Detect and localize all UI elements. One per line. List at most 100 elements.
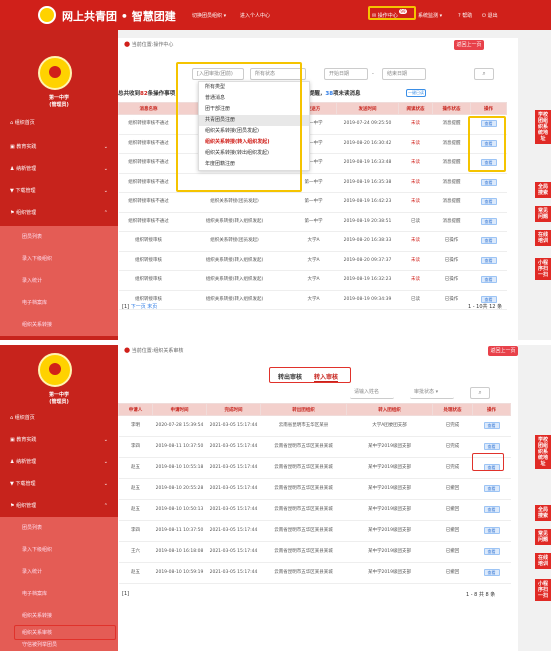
float-tab-school-org[interactable]: 学校团组织系统地址 — [535, 110, 551, 144]
sidebar-item-education[interactable]: ▣ 教育实践 ⌄ — [0, 136, 118, 158]
table-cell-text: 2019-08-10 10:50:13 — [155, 507, 204, 512]
search-icon: ⌕ — [478, 389, 482, 396]
sidebar-sub-trusted[interactable]: 守信被列举团员 — [0, 639, 118, 651]
sidebar-item-home[interactable]: ⌂ 组织首页 — [0, 112, 118, 134]
float-tab-search[interactable]: 全局搜索 — [535, 505, 551, 521]
sidebar-item-org-manage[interactable]: ⚑ 组织管理 ⌃ — [0, 202, 118, 224]
table-cell-text: 组织转接审核 — [135, 257, 162, 263]
float-tab-training[interactable]: 在线培训 — [535, 230, 551, 246]
table-cell-text: 组织转接审核 — [135, 296, 162, 302]
view-button-text[interactable]: 查看 — [480, 276, 497, 284]
sidebar-sub-member-list[interactable]: 团员列表 — [0, 517, 118, 539]
view-button: 查看 — [470, 173, 507, 193]
view-button-text[interactable]: 查看 — [480, 198, 497, 206]
sidebar-item-recruit[interactable]: ♟ 纳新管理 ⌄ — [0, 451, 118, 473]
sidebar-sub-stats[interactable]: 录入统计 — [0, 561, 118, 583]
pager: [1] — [122, 591, 130, 597]
pager-next-link[interactable]: 下一页 末页 — [131, 304, 158, 310]
logout-link[interactable]: ⏻ 退出 — [482, 12, 498, 19]
search-button[interactable]: ⌕ — [474, 68, 494, 80]
table-cell-text: 大学A — [307, 296, 320, 302]
table-cell-text: 已操作 — [444, 277, 459, 283]
view-button-text[interactable]: 查看 — [480, 178, 497, 186]
sidebar-sub-transfer[interactable]: 组织关系转接 — [0, 605, 118, 627]
mark-all-read-button[interactable]: 一键已读 — [406, 89, 426, 97]
float-tab-training[interactable]: 在线培训 — [535, 553, 551, 569]
float-tab-search[interactable]: 全局搜索 — [535, 182, 551, 198]
name-input[interactable]: 请输入姓名 — [350, 387, 394, 399]
sidebar-item-download[interactable]: ▼ 下载管理 ⌄ — [0, 473, 118, 495]
date-end-input[interactable]: 结束日期 — [382, 68, 426, 80]
table-cell-text: 某中学2019级团支部 — [368, 570, 411, 575]
float-tab-miniprogram[interactable]: 小程序扫一扫 — [535, 258, 551, 280]
view-button-text[interactable]: 查看 — [483, 422, 500, 429]
table-cell: 李四 — [118, 520, 153, 542]
sidebar-sub-archive[interactable]: 电子档案库 — [0, 292, 118, 314]
supervision-link[interactable]: 系统监测 ▾ — [418, 12, 442, 19]
table-cell-text: 云南省昆明市五华区某县某城 — [274, 444, 333, 449]
table-cell-text: 已撤回 — [445, 549, 460, 554]
table-cell: 2019-08-19 16:42:23 — [336, 192, 399, 213]
sidebar-sub-lower-org[interactable]: 录入下级组织 — [0, 539, 118, 561]
sidebar-item-download[interactable]: ▼ 下载管理 ⌄ — [0, 180, 118, 202]
view-button-text[interactable]: 查看 — [483, 506, 500, 513]
table-cell-text: 某中学2019级团支部 — [368, 528, 411, 533]
search-button[interactable]: ⌕ — [470, 387, 490, 399]
view-button-text[interactable]: 查看 — [480, 217, 497, 225]
view-button-text[interactable]: 查看 — [483, 527, 500, 534]
table-row: 李四 2019-08-11 10:37:50 2021-03-05 15:17:44… — [118, 520, 511, 542]
table-cell: 已操作 — [432, 290, 471, 310]
sidebar-item-org-manage[interactable]: ⚑ 组织管理 ⌃ — [0, 495, 118, 517]
sidebar-sub-stats[interactable]: 录入统计 — [0, 270, 118, 292]
table-cell: 未读 — [398, 270, 433, 291]
table-cell-text: 未读 — [411, 277, 420, 283]
view-button-text[interactable]: 查看 — [480, 295, 497, 303]
view-button-text[interactable]: 查看 — [483, 443, 500, 450]
table-cell: 2019-08-20 16:38:33 — [336, 231, 399, 252]
table-cell: 未读 — [398, 114, 433, 135]
table-cell: 赵五 — [118, 457, 153, 479]
col-header: 阅读状态 — [398, 102, 433, 115]
table-cell: 消息提醒 — [432, 212, 471, 232]
table-cell: 组织转接审核不通过 — [118, 153, 179, 174]
table-cell: 2019-08-10 20:55:28 — [152, 478, 207, 500]
table-cell: 云南省昆明市五华区某县某城 — [260, 478, 347, 500]
date-start-input[interactable]: 开始日期 — [324, 68, 368, 80]
table-cell-text: 未读 — [411, 140, 420, 146]
view-button-text[interactable]: 查看 — [483, 569, 500, 576]
back-button[interactable]: 返回上一页 — [488, 346, 518, 356]
table-cell: 云南省昆明市五华区某县 — [260, 415, 347, 437]
float-tab-school-org[interactable]: 学校团组织系统地址 — [535, 435, 551, 469]
float-tab-faq[interactable]: 常见问题 — [535, 529, 551, 545]
pager-info: 1 - 8 共 8 条 — [466, 592, 496, 598]
table-cell: 大学A团委团支部 — [346, 415, 433, 437]
sidebar-item-education[interactable]: ▣ 教育实践 ⌄ — [0, 429, 118, 451]
float-tab-faq[interactable]: 常见问题 — [535, 206, 551, 222]
view-button-text[interactable]: 查看 — [483, 485, 500, 492]
table-cell: 已撤回 — [432, 541, 473, 563]
highlight-tabs — [269, 367, 351, 383]
table-cell-text: 已读 — [411, 296, 420, 302]
float-tab-miniprogram[interactable]: 小程序扫一扫 — [535, 579, 551, 601]
view-button-text[interactable]: 查看 — [483, 548, 500, 555]
sidebar-item-recruit[interactable]: ♟ 纳新管理 ⌄ — [0, 158, 118, 180]
table-cell: 2019-08-19 16:33:48 — [336, 153, 399, 174]
sidebar-sub-transfer[interactable]: 组织关系转接 — [0, 314, 118, 336]
personal-center-link[interactable]: 进入个人中心 — [240, 12, 270, 19]
help-link[interactable]: ? 帮助 — [458, 12, 472, 19]
table-cell: 某中学2019级团支部 — [346, 520, 433, 542]
back-button[interactable]: 返回上一页 — [454, 40, 484, 50]
sidebar-item-home[interactable]: ⌂ 组织首页 — [0, 407, 118, 429]
view-button-text[interactable]: 查看 — [480, 256, 497, 264]
switch-org-link[interactable]: 切换团员组织 ▾ — [192, 12, 226, 19]
table-cell-text: 云南省昆明市五华区某县某城 — [274, 528, 333, 533]
sidebar-sub-archive[interactable]: 电子档案库 — [0, 583, 118, 605]
table-cell-text: 2019-08-19 20:38:51 — [343, 218, 392, 224]
view-button-text[interactable]: 查看 — [480, 237, 497, 245]
approval-status-select[interactable]: 审批状态 ▾ — [410, 387, 454, 399]
table-cell: 组织关系转接(转入组织发起) — [178, 212, 291, 232]
sidebar-sub-member-list[interactable]: 团员列表 — [0, 226, 118, 248]
breadcrumb: ● 当前位置:操作中心 — [124, 40, 174, 48]
sidebar-sub-lower-org[interactable]: 录入下级组织 — [0, 248, 118, 270]
table-cell: 2019-08-19 20:38:51 — [336, 212, 399, 232]
